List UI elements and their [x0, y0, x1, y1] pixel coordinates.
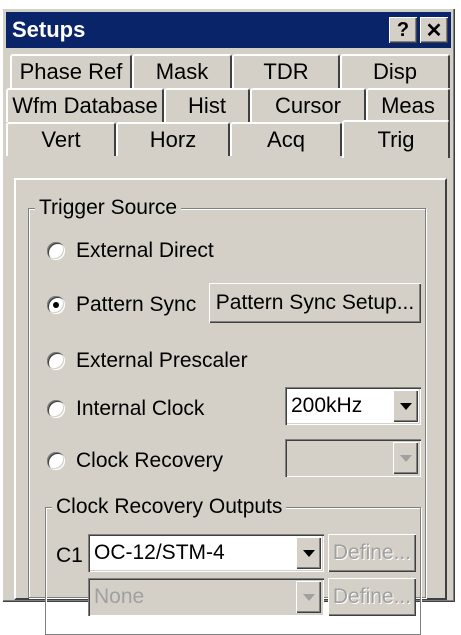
- window-title: Setups: [12, 17, 86, 42]
- radio-label: Pattern Sync: [76, 293, 197, 316]
- radio-external-direct[interactable]: External Direct: [47, 237, 214, 265]
- trigger-source-legend: Trigger Source: [35, 195, 182, 221]
- c2-output-select[interactable]: None: [88, 578, 324, 616]
- radio-internal-clock[interactable]: Internal Clock: [47, 395, 204, 423]
- internal-clock-select[interactable]: 200kHz: [285, 387, 421, 425]
- setups-window: Setups ? ✕ Phase Ref Mask TDR Disp Wfm D…: [2, 8, 455, 635]
- c1-label: C1: [56, 544, 83, 567]
- radio-circle[interactable]: [47, 296, 65, 314]
- clock-recovery-select[interactable]: [285, 439, 421, 477]
- tab-disp[interactable]: Disp: [340, 54, 450, 88]
- chevron-down-icon[interactable]: [296, 581, 321, 613]
- radio-circle[interactable]: [47, 352, 65, 370]
- clock-recovery-outputs-legend: Clock Recovery Outputs: [52, 494, 287, 520]
- radio-circle[interactable]: [47, 242, 65, 260]
- close-button[interactable]: ✕: [420, 17, 448, 43]
- tab-trig[interactable]: Trig: [342, 120, 450, 158]
- help-button[interactable]: ?: [389, 17, 417, 43]
- tab-cursor[interactable]: Cursor: [250, 88, 366, 122]
- c1-output-value: OC-12/STM-4: [94, 541, 225, 564]
- trig-panel: Trigger Source External Direct Pattern S…: [14, 178, 447, 635]
- c2-define-button[interactable]: Define...: [328, 578, 416, 616]
- title-bar[interactable]: Setups ? ✕: [6, 12, 451, 48]
- tab-tdr[interactable]: TDR: [232, 54, 340, 88]
- tab-vert[interactable]: Vert: [6, 122, 116, 156]
- tab-hist[interactable]: Hist: [164, 88, 250, 122]
- tab-acq[interactable]: Acq: [230, 122, 342, 156]
- tab-mask[interactable]: Mask: [132, 54, 232, 88]
- radio-clock-recovery[interactable]: Clock Recovery: [47, 447, 223, 475]
- trigger-source-group: Trigger Source External Direct Pattern S…: [28, 195, 426, 635]
- radio-label: Clock Recovery: [76, 449, 224, 472]
- c2-output-value: None: [94, 585, 145, 608]
- radio-circle[interactable]: [47, 452, 65, 470]
- tab-phase-ref[interactable]: Phase Ref: [10, 54, 132, 88]
- chevron-down-icon[interactable]: [393, 390, 418, 422]
- tab-horz[interactable]: Horz: [116, 122, 230, 156]
- radio-label: External Direct: [76, 239, 214, 262]
- chevron-down-icon[interactable]: [296, 537, 321, 569]
- radio-external-prescaler[interactable]: External Prescaler: [47, 347, 248, 375]
- c1-output-select[interactable]: OC-12/STM-4: [88, 534, 324, 572]
- internal-clock-value: 200kHz: [291, 394, 363, 417]
- c1-define-button[interactable]: Define...: [328, 534, 416, 572]
- radio-circle[interactable]: [47, 400, 65, 418]
- clock-recovery-outputs-group: Clock Recovery Outputs C1 OC-12/STM-4 De…: [45, 494, 421, 635]
- chevron-down-icon[interactable]: [393, 442, 418, 474]
- tab-meas[interactable]: Meas: [366, 88, 450, 122]
- tab-wfm-database[interactable]: Wfm Database: [6, 88, 164, 122]
- radio-label: External Prescaler: [76, 349, 248, 372]
- radio-pattern-sync[interactable]: Pattern Sync: [47, 291, 196, 319]
- pattern-sync-setup-button[interactable]: Pattern Sync Setup...: [209, 283, 421, 323]
- radio-label: Internal Clock: [76, 397, 205, 420]
